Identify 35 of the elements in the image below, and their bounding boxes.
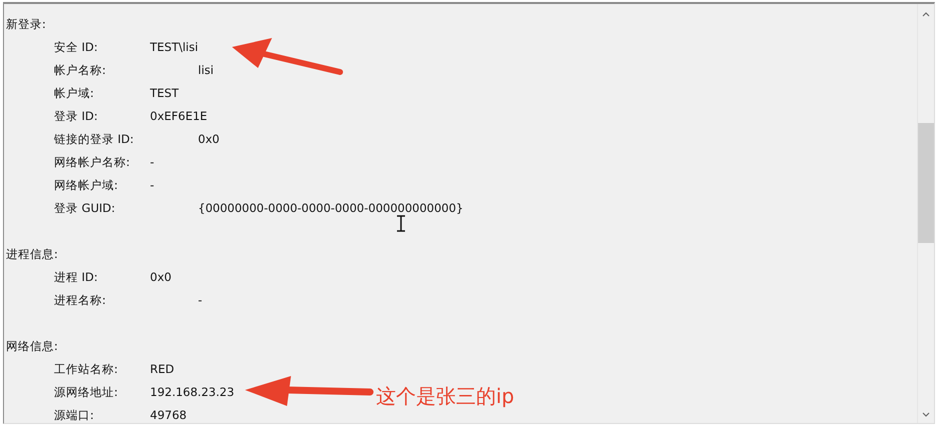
field-value: - bbox=[150, 178, 154, 193]
field-value: 49768 bbox=[150, 408, 187, 423]
field-label: 帐户域: bbox=[54, 86, 94, 101]
section-title: 网络信息: bbox=[6, 338, 59, 355]
field-label: 工作站名称: bbox=[54, 362, 118, 377]
field-label: 帐户名称: bbox=[54, 63, 106, 78]
field-value: RED bbox=[150, 362, 174, 377]
field-value: {00000000-0000-0000-0000-000000000000} bbox=[198, 201, 464, 216]
field-value: 192.168.23.23 bbox=[150, 385, 234, 400]
section-title: 进程信息: bbox=[6, 246, 59, 263]
field-value: 0x0 bbox=[198, 132, 220, 147]
field-label: 网络帐户名称: bbox=[54, 155, 130, 170]
field-label: 源网络地址: bbox=[54, 385, 118, 400]
field-label: 链接的登录 ID: bbox=[54, 132, 134, 147]
scrollbar-thumb[interactable] bbox=[918, 123, 934, 243]
scroll-down-icon[interactable] bbox=[922, 412, 930, 417]
scrollbar[interactable] bbox=[917, 4, 934, 423]
field-label: 登录 GUID: bbox=[54, 201, 116, 216]
scroll-up-icon[interactable] bbox=[922, 12, 930, 17]
field-value: TEST bbox=[150, 86, 179, 101]
field-value: TEST\lisi bbox=[150, 40, 198, 55]
section-title: 新登录: bbox=[6, 16, 47, 33]
field-value: 0x0 bbox=[150, 270, 172, 285]
field-value: - bbox=[198, 293, 202, 308]
field-value: lisi bbox=[198, 63, 214, 78]
field-label: 进程 ID: bbox=[54, 270, 98, 285]
field-label: 网络帐户域: bbox=[54, 178, 118, 193]
field-label: 登录 ID: bbox=[54, 109, 98, 124]
field-value: - bbox=[150, 155, 154, 170]
text-cursor-icon bbox=[396, 215, 406, 232]
field-label: 源端口: bbox=[54, 408, 94, 423]
annotation-text: 这个是张三的ip bbox=[376, 383, 514, 409]
field-label: 安全 ID: bbox=[54, 40, 98, 55]
field-label: 进程名称: bbox=[54, 293, 106, 308]
field-value: 0xEF6E1E bbox=[150, 109, 208, 124]
